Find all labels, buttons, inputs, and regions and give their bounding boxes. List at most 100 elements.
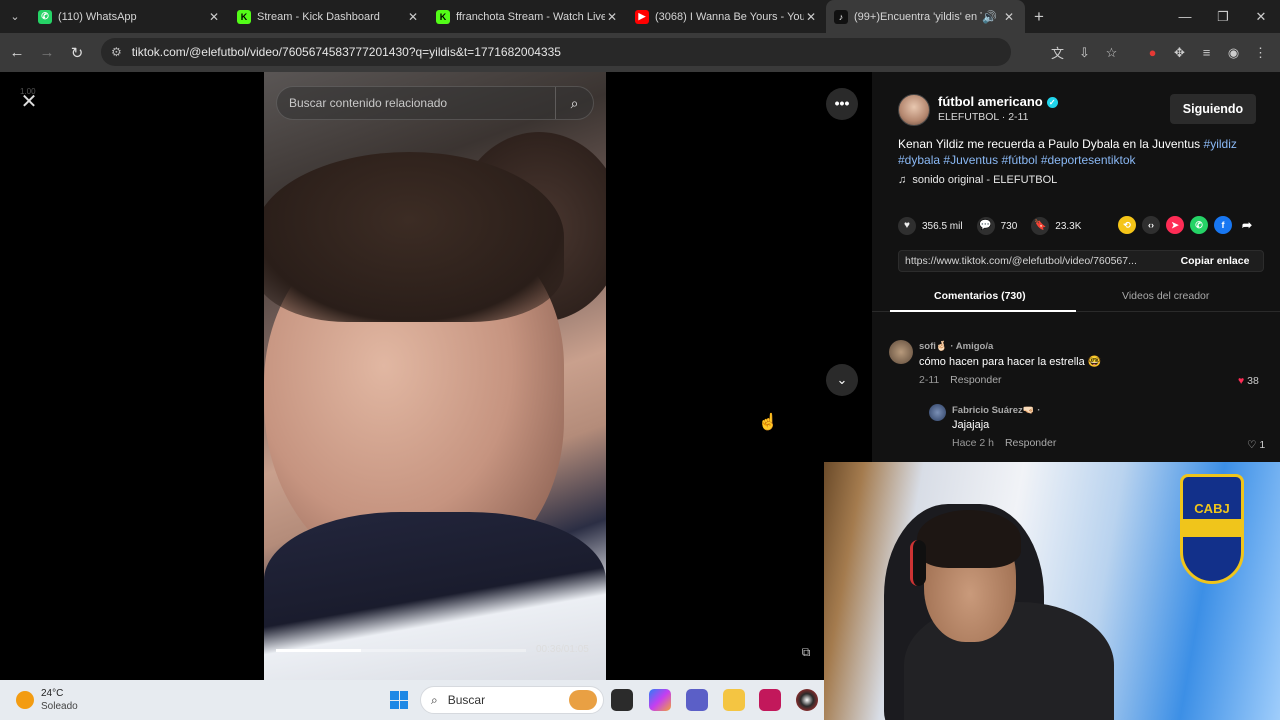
heart-icon: ♥ bbox=[898, 217, 916, 235]
picture-in-picture-icon[interactable]: ⧉ bbox=[796, 642, 816, 662]
tab-tiktok[interactable]: ♪ (99+)Encuentra 'yildis' en Ti 🔊 ✕ bbox=[826, 0, 1025, 33]
avatar[interactable] bbox=[889, 340, 913, 364]
reply-button[interactable]: Responder bbox=[950, 374, 1001, 386]
heart-filled-icon: ♥ bbox=[1238, 375, 1245, 387]
hashtag-link[interactable]: #fútbol bbox=[1001, 153, 1037, 167]
tab-comments[interactable]: Comentarios (730) bbox=[934, 290, 1026, 302]
verified-badge-icon: ✓ bbox=[1046, 97, 1058, 109]
panel-tabs: Comentarios (730) Videos del creador bbox=[872, 286, 1280, 312]
comment-button[interactable]: 💬 730 bbox=[976, 217, 1017, 235]
next-video-chevron-down-icon[interactable]: ⌄ bbox=[826, 364, 858, 396]
copy-link-button[interactable]: Copiar enlace bbox=[1167, 251, 1263, 271]
site-info-icon[interactable]: ⚙ bbox=[111, 45, 122, 59]
comment-like-count: 1 bbox=[1259, 439, 1266, 451]
youtube-icon: ▶ bbox=[635, 9, 649, 24]
sun-weather-icon[interactable] bbox=[16, 691, 34, 709]
author-avatar[interactable] bbox=[898, 94, 930, 126]
minimize-icon[interactable]: — bbox=[1166, 0, 1204, 33]
search-highlight-image bbox=[569, 690, 597, 710]
tab-whatsapp[interactable]: ✆ (110) WhatsApp ✕ bbox=[30, 0, 229, 33]
facebook-icon[interactable]: f bbox=[1214, 216, 1232, 234]
following-button[interactable]: Siguiendo bbox=[1170, 94, 1256, 124]
weather-temperature: 24°C bbox=[41, 688, 64, 699]
tab-youtube[interactable]: ▶ (3068) I Wanna Be Yours - YouT ✕ bbox=[627, 0, 826, 33]
author-name-row[interactable]: fútbol americano ✓ bbox=[938, 94, 1058, 109]
close-window-icon[interactable]: ✕ bbox=[1242, 0, 1280, 33]
comment-like-count: 38 bbox=[1247, 375, 1259, 387]
reload-icon[interactable]: ↻ bbox=[62, 44, 92, 62]
app-icon[interactable] bbox=[759, 689, 781, 711]
windows-start-icon[interactable] bbox=[390, 691, 408, 709]
url-text: tiktok.com/@elefutbol/video/760567458377… bbox=[131, 45, 561, 59]
media-controls-icon[interactable]: ≡ bbox=[1193, 45, 1220, 60]
whatsapp-share-icon[interactable]: ✆ bbox=[1190, 216, 1208, 234]
search-icon: ⌕ bbox=[431, 692, 438, 707]
post-link-text: https://www.tiktok.com/@elefutbol/video/… bbox=[905, 255, 1137, 267]
close-tab-icon[interactable]: ✕ bbox=[804, 10, 818, 24]
tab-title: (99+)Encuentra 'yildis' en Ti bbox=[854, 10, 982, 23]
kick-icon: K bbox=[237, 9, 251, 24]
video-progress-bar[interactable] bbox=[276, 649, 526, 652]
embed-code-icon[interactable]: ‹› bbox=[1142, 216, 1160, 234]
task-view-icon[interactable] bbox=[611, 689, 633, 711]
save-button[interactable]: 🔖 23.3K bbox=[1031, 217, 1081, 235]
tab-title: (3068) I Wanna Be Yours - YouT bbox=[655, 10, 804, 23]
close-tab-icon[interactable]: ✕ bbox=[406, 10, 420, 24]
close-video-icon[interactable]: ✕ bbox=[18, 92, 40, 114]
reply-button[interactable]: Responder bbox=[1005, 437, 1056, 449]
close-tab-icon[interactable]: ✕ bbox=[207, 10, 221, 24]
kick-icon: K bbox=[436, 9, 450, 24]
teams-icon[interactable] bbox=[686, 689, 708, 711]
sound-row[interactable]: ♫ sonido original - ELEFUTBOL bbox=[898, 174, 1057, 186]
comment-date: Hace 2 h bbox=[952, 437, 995, 449]
share-arrow-icon[interactable]: ➦ bbox=[1238, 216, 1256, 234]
translate-icon[interactable]: 文 bbox=[1044, 43, 1071, 62]
file-explorer-icon[interactable] bbox=[723, 689, 745, 711]
search-icon[interactable]: ⌕ bbox=[555, 87, 593, 119]
like-button[interactable]: ♥ 356.5 mil bbox=[898, 217, 963, 235]
close-tab-icon[interactable]: ✕ bbox=[605, 10, 619, 24]
tab-search-menu-icon[interactable]: ⌄ bbox=[0, 0, 30, 33]
copy-link-field[interactable]: https://www.tiktok.com/@elefutbol/video/… bbox=[898, 250, 1264, 272]
tab-title: (110) WhatsApp bbox=[58, 10, 137, 23]
avatar[interactable] bbox=[929, 404, 946, 421]
copilot-icon[interactable] bbox=[649, 689, 671, 711]
author-handle-date: ELEFUTBOL · 2-11 bbox=[938, 111, 1029, 123]
tab-creator-videos[interactable]: Videos del creador bbox=[1122, 290, 1209, 302]
new-tab-icon[interactable]: + bbox=[1025, 7, 1053, 27]
webcam-overlay: CABJ bbox=[824, 462, 1280, 720]
forward-icon[interactable]: → bbox=[32, 44, 62, 61]
menu-kebab-icon[interactable]: ⋮ bbox=[1247, 45, 1274, 61]
back-icon[interactable]: ← bbox=[2, 44, 32, 61]
comment-username[interactable]: sofi🤞🏻 · Amigo/a bbox=[919, 341, 1219, 352]
send-icon[interactable]: ➤ bbox=[1166, 216, 1184, 234]
more-options-icon[interactable]: ••• bbox=[826, 88, 858, 120]
chrome-icon[interactable] bbox=[796, 689, 818, 711]
extensions-puzzle-icon[interactable]: ✥ bbox=[1166, 45, 1193, 61]
video-frame-shape bbox=[264, 152, 564, 322]
taskbar-search[interactable]: ⌕ Buscar bbox=[420, 686, 604, 714]
share-icons: ⟲ ‹› ➤ ✆ f ➦ bbox=[1118, 216, 1262, 234]
bookmark-star-icon[interactable]: ☆ bbox=[1098, 45, 1125, 61]
comment-username[interactable]: Fabricio Suárez🤜🏻 · bbox=[952, 405, 1212, 416]
profile-avatar-icon[interactable]: ◉ bbox=[1220, 45, 1247, 61]
hashtag-link[interactable]: #Juventus bbox=[943, 153, 998, 167]
tab-kick-dashboard[interactable]: K Stream - Kick Dashboard ✕ bbox=[229, 0, 428, 33]
address-bar[interactable]: ⚙ tiktok.com/@elefutbol/video/7605674583… bbox=[101, 38, 1011, 66]
close-tab-icon[interactable]: ✕ bbox=[1002, 10, 1016, 24]
comment-meta: 2-11 Responder bbox=[919, 374, 1219, 386]
author-name: fútbol americano bbox=[938, 94, 1043, 109]
repost-icon[interactable]: ⟲ bbox=[1118, 216, 1136, 234]
extension-red-icon[interactable]: ● bbox=[1139, 45, 1166, 60]
comment-like-button[interactable]: ♡ 1 bbox=[1247, 439, 1265, 451]
video-player[interactable] bbox=[264, 72, 606, 680]
install-app-icon[interactable]: ⇩ bbox=[1071, 45, 1098, 61]
tab-kick-stream[interactable]: K ffranchota Stream - Watch Live ✕ bbox=[428, 0, 627, 33]
maximize-icon[interactable]: ❐ bbox=[1204, 0, 1242, 33]
hashtag-link[interactable]: #dybala bbox=[898, 153, 940, 167]
hashtag-link[interactable]: #deportesentiktok bbox=[1041, 153, 1136, 167]
hashtag-link[interactable]: #yildiz bbox=[1204, 137, 1237, 151]
related-search-input[interactable]: Buscar contenido relacionado ⌕ bbox=[276, 86, 594, 120]
comment-like-button[interactable]: ♥ 38 bbox=[1238, 375, 1259, 387]
mute-tab-icon[interactable]: 🔊 bbox=[982, 10, 997, 24]
